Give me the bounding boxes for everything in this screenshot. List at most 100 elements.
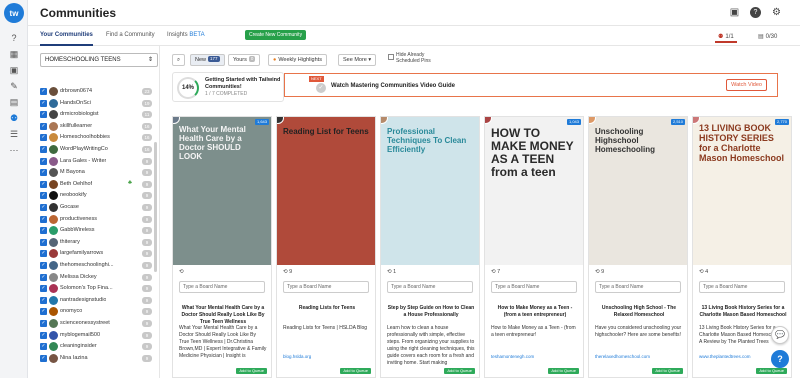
chat-bubble-icon[interactable]: 💬 [771, 326, 789, 344]
account-checkbox[interactable]: ✓ [40, 192, 47, 200]
account-checkbox[interactable]: ✓ [40, 354, 47, 362]
search-button[interactable]: ⌕ [172, 54, 185, 66]
pin-source-link[interactable]: www.theplantedtrees.com [699, 354, 751, 359]
board-name-input[interactable]: Type a Board Name [387, 281, 473, 293]
account-item[interactable]: ✓ WordPlayWritingCo 16 [40, 144, 155, 155]
add-to-queue-button[interactable]: Add to Queue [548, 368, 579, 374]
account-checkbox[interactable]: ✓ [40, 88, 47, 95]
account-checkbox[interactable]: ✓ [40, 285, 47, 293]
tab-your-communities[interactable]: Your Communities [40, 32, 93, 38]
account-item[interactable]: ✓ HandsOnSci 19 [40, 98, 155, 109]
create-community-button[interactable]: Create New Community [245, 30, 307, 40]
pin-image[interactable]: Reading List for Teens [277, 117, 375, 265]
see-more-dropdown[interactable]: See More ▾ [338, 54, 377, 66]
sidebar-scrollbar[interactable] [154, 142, 157, 272]
weekly-highlights-button[interactable]: ● Weekly Highlights [268, 54, 327, 66]
account-checkbox[interactable]: ✓ [40, 227, 47, 235]
account-checkbox[interactable]: ✓ [40, 273, 47, 281]
account-item[interactable]: ✓ Solomon's Top Fina... 9 [40, 283, 155, 294]
tab-insights[interactable]: Insights BETA [167, 32, 205, 38]
people-icon[interactable]: ⚉ [9, 113, 19, 123]
add-to-queue-button[interactable]: Add to Queue [236, 368, 267, 374]
account-checkbox[interactable]: ✓ [40, 180, 47, 188]
hide-scheduled-checkbox[interactable] [388, 54, 394, 60]
list-icon[interactable]: ☰ [9, 129, 19, 139]
account-item[interactable]: ✓ cleaninginsider 9 [40, 341, 155, 352]
add-to-queue-button[interactable]: Add to Queue [756, 368, 787, 374]
account-item[interactable]: ✓ skillfullearner 16 [40, 121, 155, 132]
tab-find-community[interactable]: Find a Community [106, 32, 155, 38]
account-checkbox[interactable]: ✓ [40, 111, 47, 119]
account-item[interactable]: ✓ thehomeschoolinghi... 9 [40, 260, 155, 271]
more-icon[interactable]: ⋯ [9, 145, 19, 155]
board-name-input[interactable]: Type a Board Name [699, 281, 785, 293]
account-item[interactable]: ✓ nantradesignstudio 9 [40, 295, 155, 306]
account-checkbox[interactable]: ✓ [40, 262, 47, 269]
filter-new[interactable]: New 177 [190, 54, 225, 66]
account-checkbox[interactable]: ✓ [40, 215, 47, 223]
tailwind-logo-icon[interactable]: tw [4, 3, 24, 23]
account-item[interactable]: ✓ scienceonessystreet 9 [40, 318, 155, 329]
board-name-input[interactable]: Type a Board Name [491, 281, 577, 293]
account-item[interactable]: ✓ thiterary 9 [40, 237, 155, 248]
account-checkbox[interactable]: ✓ [40, 99, 47, 107]
pin-source-link[interactable]: therelaxedhomeschool.com [595, 354, 650, 359]
pin-image[interactable]: Unschooling Highschool Homeschooling 2,5… [589, 117, 687, 265]
account-checkbox[interactable]: ✓ [40, 238, 47, 246]
account-checkbox[interactable]: ✓ [40, 134, 47, 142]
pin-card[interactable]: What Your Mental Health Care by a Doctor… [172, 116, 272, 378]
pen-icon[interactable]: ✎ [9, 81, 19, 91]
communities-count[interactable]: ⚉ 1/1 [715, 31, 737, 43]
account-item[interactable]: ✓ drmicrobiologist 11 [40, 109, 155, 120]
pin-card[interactable]: Professional Techniques To Clean Efficie… [380, 116, 480, 378]
account-checkbox[interactable]: ✓ [40, 320, 47, 327]
help-circle-icon[interactable]: ? [9, 33, 19, 43]
briefcase-icon[interactable]: ▣ [729, 7, 740, 18]
pin-card[interactable]: Unschooling Highschool Homeschooling 2,5… [588, 116, 688, 378]
account-item[interactable]: ✓ Gocase 9 [40, 202, 155, 213]
account-checkbox[interactable]: ✓ [40, 331, 47, 339]
account-checkbox[interactable]: ✓ [40, 250, 47, 258]
account-item[interactable]: ✓ myblogemail500 9 [40, 330, 155, 341]
filter-yours[interactable]: Yours 0 [228, 54, 261, 66]
pin-image[interactable]: HOW TO MAKE MONEY AS A TEEN from a teen … [485, 117, 583, 265]
gear-icon[interactable]: ⚙ [771, 7, 782, 18]
account-checkbox[interactable]: ✓ [40, 296, 47, 304]
account-item[interactable]: ✓ Beth Oehlhof ♣ 9 [40, 179, 155, 190]
account-item[interactable]: ✓ Lara Gales - Writer 9 [40, 156, 155, 167]
help-chat-icon[interactable]: ? [771, 350, 789, 368]
getting-started-progress[interactable]: 14% Getting Started with Tailwind Commun… [172, 72, 284, 102]
account-checkbox[interactable]: ✓ [40, 169, 47, 177]
calendar-icon[interactable]: ▦ [9, 49, 19, 59]
account-checkbox[interactable]: ✓ [40, 204, 47, 211]
pins-count[interactable]: ▤ 0/30 [755, 31, 780, 43]
pin-card[interactable]: HOW TO MAKE MONEY AS A TEEN from a teen … [484, 116, 584, 378]
pin-card[interactable]: Reading List for Teens ⟲ 9 Type a Board … [276, 116, 376, 378]
account-item[interactable]: ✓ productiveness 9 [40, 214, 155, 225]
pin-image[interactable]: Professional Techniques To Clean Efficie… [381, 117, 479, 265]
add-to-queue-button[interactable]: Add to Queue [444, 368, 475, 374]
pin-image[interactable]: 13 LIVING BOOK HISTORY SERIES for a Char… [693, 117, 791, 265]
account-item[interactable]: ✓ M Bayona 9 [40, 167, 155, 178]
image-icon[interactable]: ▣ [9, 65, 19, 75]
watch-video-button[interactable]: Watch Video [726, 79, 767, 91]
account-item[interactable]: ✓ largefamilyarrows 9 [40, 248, 155, 259]
account-item[interactable]: ✓ neobookify 9 [40, 190, 155, 201]
account-item[interactable]: ✓ Homeschoolhobbies 16 [40, 132, 155, 143]
add-to-queue-button[interactable]: Add to Queue [340, 368, 371, 374]
pin-source-link[interactable]: blog.hslda.org [283, 354, 311, 359]
account-checkbox[interactable]: ✓ [40, 146, 47, 153]
board-name-input[interactable]: Type a Board Name [283, 281, 369, 293]
account-checkbox[interactable]: ✓ [40, 308, 47, 316]
account-item[interactable]: ✓ GabbWireless 9 [40, 225, 155, 236]
account-checkbox[interactable]: ✓ [40, 157, 47, 165]
help-icon[interactable]: ? [750, 7, 761, 18]
pin-image[interactable]: What Your Mental Health Care by a Doctor… [173, 117, 271, 265]
account-item[interactable]: ✓ onomyco 9 [40, 306, 155, 317]
chart-icon[interactable]: ▤ [9, 97, 19, 107]
account-checkbox[interactable]: ✓ [40, 343, 47, 351]
add-to-queue-button[interactable]: Add to Queue [652, 368, 683, 374]
account-checkbox[interactable]: ✓ [40, 122, 47, 130]
community-select[interactable]: HOMESCHOOLING TEENS ⇕ [40, 53, 158, 67]
board-name-input[interactable]: Type a Board Name [179, 281, 265, 293]
